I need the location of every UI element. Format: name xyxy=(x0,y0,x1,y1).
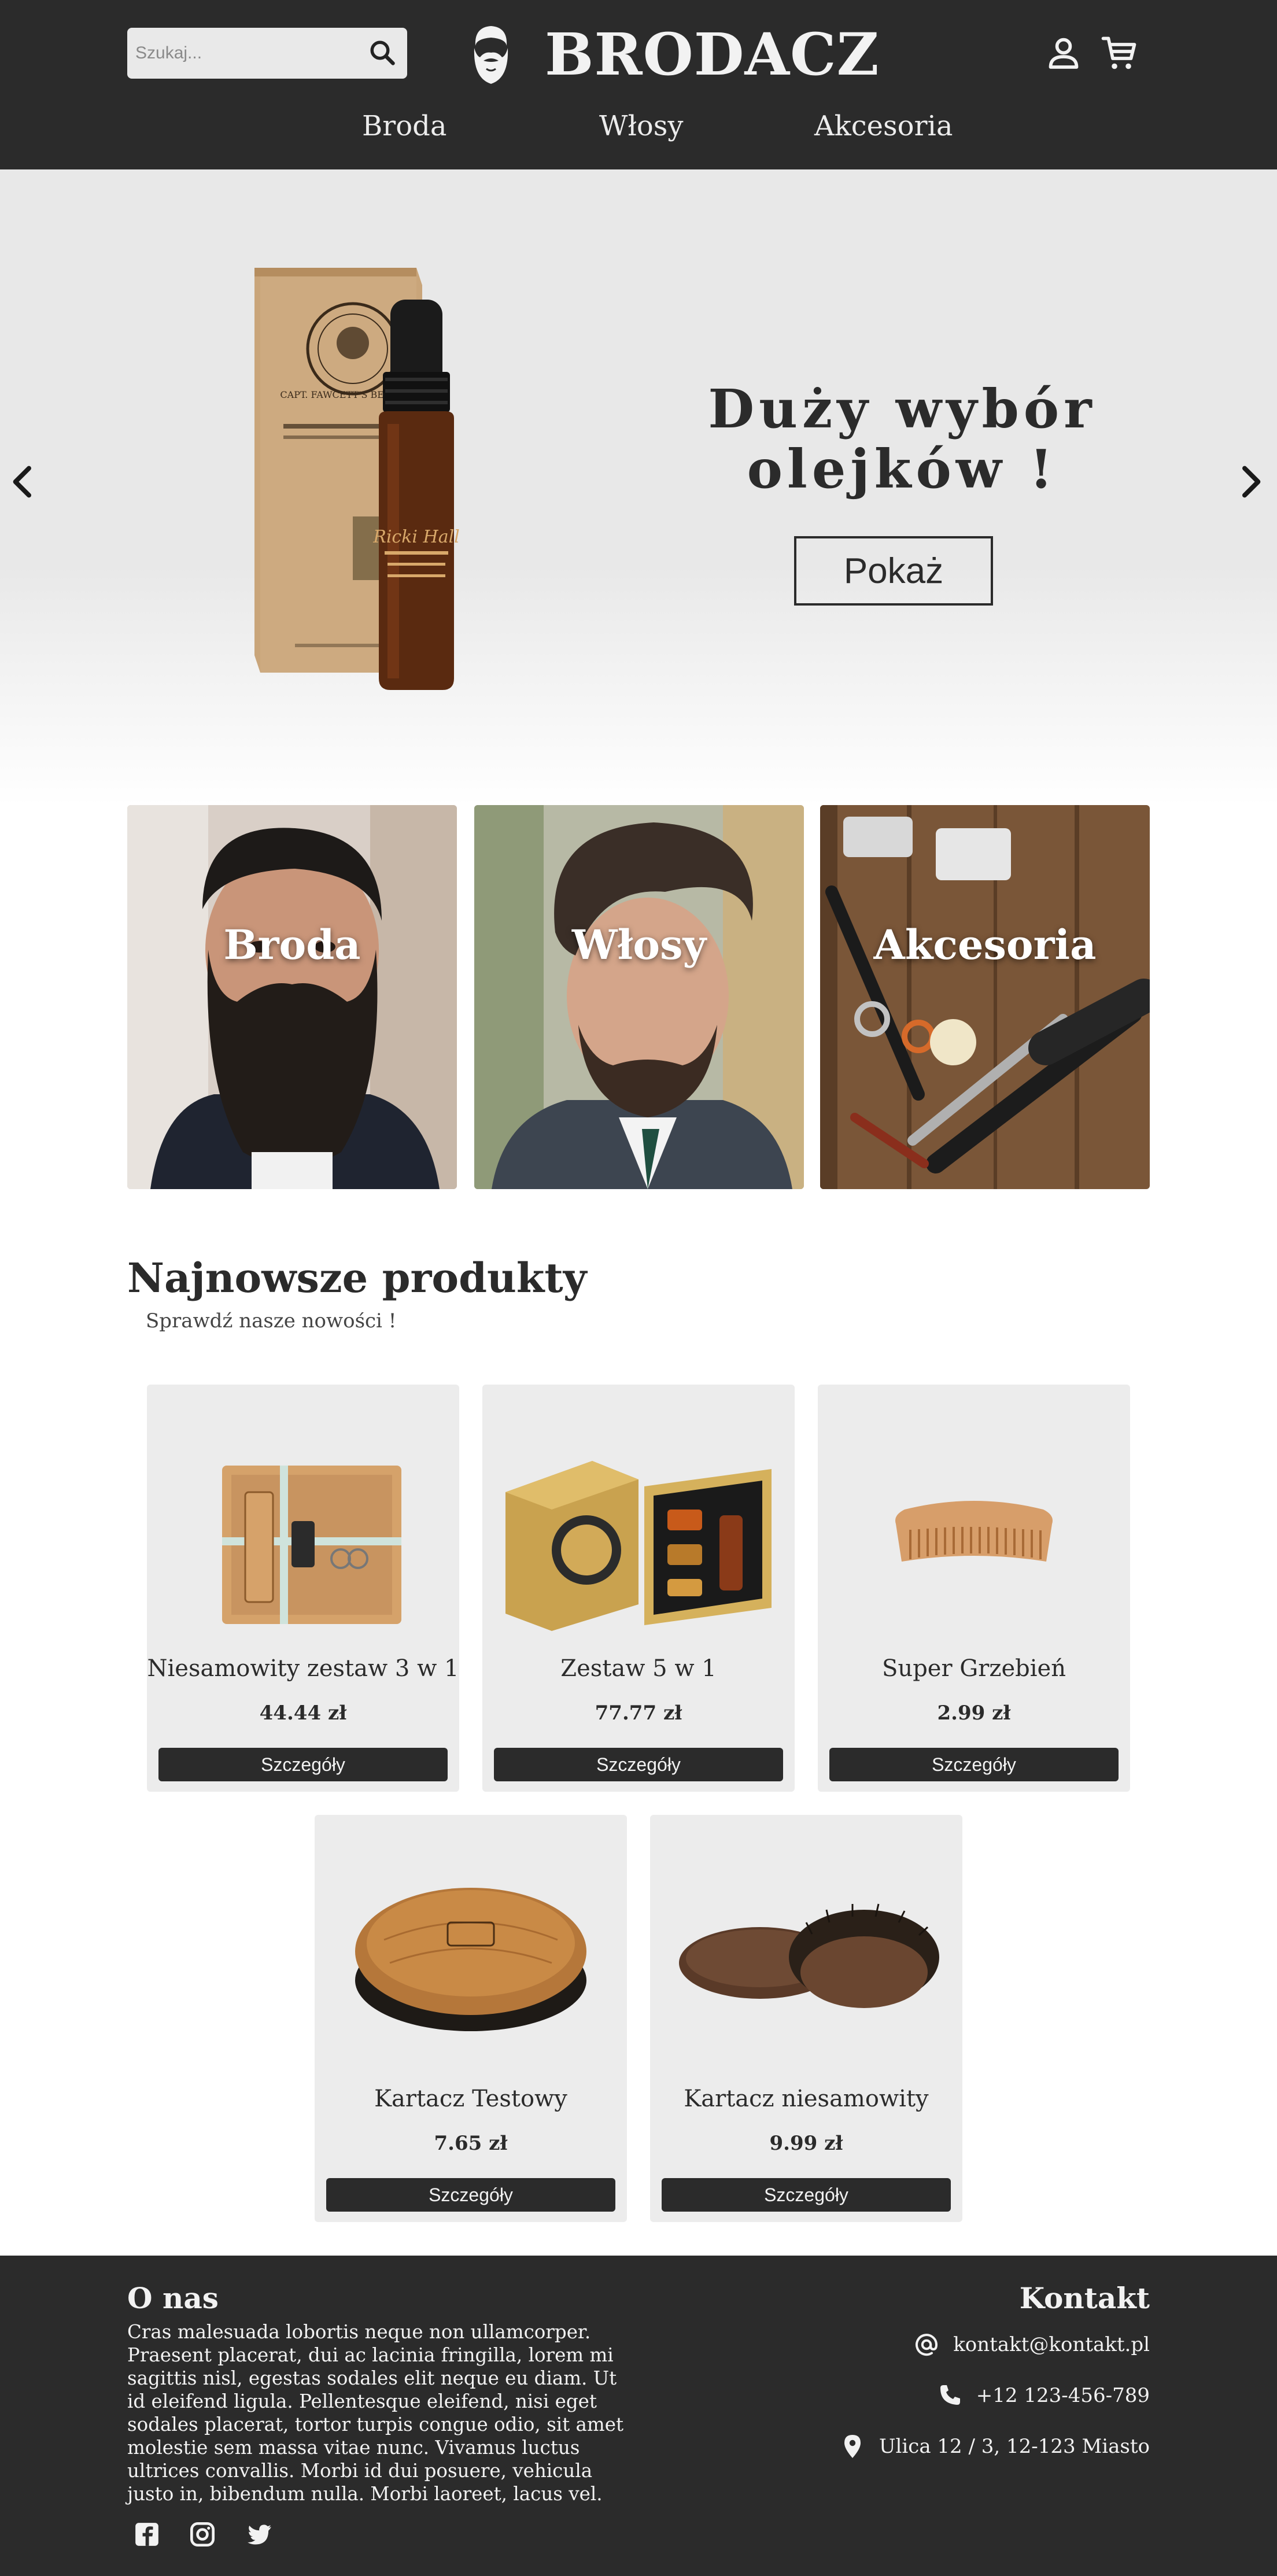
product-card: Kartacz niesamowity 9.99 zł Szczegóły xyxy=(650,1815,962,2222)
nav-link-wlosy[interactable]: Włosy xyxy=(599,104,684,148)
footer-phone[interactable]: +12 123-456-789 xyxy=(976,2384,1150,2407)
logo-text: BRODACZ xyxy=(545,20,880,88)
product-details-button[interactable]: Szczegóły xyxy=(158,1748,448,1781)
hero-title: Duży wybór olejków ! xyxy=(682,379,1122,499)
product-price: 77.77 zł xyxy=(595,1702,682,1725)
footer-address: Ulica 12 / 3, 12-123 Miasto xyxy=(879,2435,1150,2458)
footer-about-text: Cras malesuada lobortis neque non ullamc… xyxy=(127,2321,624,2505)
products-section-subtitle: Sprawdź nasze nowości ! xyxy=(146,1309,397,1333)
product-details-button[interactable]: Szczegóły xyxy=(662,2178,951,2212)
barber-tools-photo xyxy=(820,805,1150,1189)
chevron-right-icon[interactable] xyxy=(1227,459,1274,505)
site-header: BRODACZ Broda Włosy Akcesoria xyxy=(0,0,1277,169)
svg-text:Ricki Hall: Ricki Hall xyxy=(372,527,460,547)
hero-title-line2: olejków ! xyxy=(747,438,1058,500)
product-name: Kartacz Testowy xyxy=(374,2086,567,2112)
hero-show-button[interactable]: Pokaż xyxy=(794,536,993,606)
product-price: 9.99 zł xyxy=(769,2132,843,2155)
footer-address-row: Ulica 12 / 3, 12-123 Miasto xyxy=(839,2430,1150,2463)
product-details-button[interactable]: Szczegóły xyxy=(326,2178,615,2212)
category-tile-wlosy[interactable]: Włosy xyxy=(474,805,804,1189)
beard-brush-image xyxy=(355,1888,586,2031)
product-card: Niesamowity zestaw 3 w 1 44.44 zł Szczeg… xyxy=(147,1385,459,1792)
gift-set-5in1-image xyxy=(505,1461,772,1631)
hairstyle-man-photo xyxy=(474,805,804,1189)
gift-set-3in1-image xyxy=(222,1466,401,1624)
product-details-button[interactable]: Szczegóły xyxy=(494,1748,783,1781)
footer-phone-row[interactable]: +12 123-456-789 xyxy=(936,2379,1150,2412)
product-card: Super Grzebień 2.99 zł Szczegóły xyxy=(818,1385,1130,1792)
product-name: Kartacz niesamowity xyxy=(684,2086,929,2112)
category-label: Włosy xyxy=(571,921,707,969)
category-label: Broda xyxy=(223,921,361,969)
product-price: 7.65 zł xyxy=(434,2132,508,2155)
product-price: 44.44 zł xyxy=(259,1702,347,1725)
products-section-title: Najnowsze produkty xyxy=(127,1254,587,1302)
cart-icon[interactable] xyxy=(1099,32,1141,74)
footer-contact-title: Kontakt xyxy=(1019,2281,1150,2315)
footer-email-row[interactable]: kontakt@kontakt.pl xyxy=(913,2328,1150,2361)
product-card: Zestaw 5 w 1 77.77 zł Szczegóły xyxy=(482,1385,795,1792)
category-tile-akcesoria[interactable]: Akcesoria xyxy=(820,805,1150,1189)
instagram-icon[interactable] xyxy=(186,2518,219,2551)
category-tile-broda[interactable]: Broda xyxy=(127,805,457,1189)
search-icon[interactable] xyxy=(366,36,400,71)
product-name: Niesamowity zestaw 3 w 1 xyxy=(147,1655,459,1682)
location-pin-icon xyxy=(844,2435,861,2458)
phone-icon xyxy=(940,2385,960,2405)
nav-link-broda[interactable]: Broda xyxy=(362,104,446,148)
nav-link-akcesoria[interactable]: Akcesoria xyxy=(814,104,953,148)
beard-brush-pair-image xyxy=(679,1903,939,2008)
twitter-icon[interactable] xyxy=(243,2518,275,2551)
site-logo[interactable]: BRODACZ xyxy=(467,21,880,88)
footer-about-title: O nas xyxy=(127,2281,219,2315)
product-name: Super Grzebień xyxy=(882,1655,1066,1682)
search-box xyxy=(127,28,407,79)
product-price: 2.99 zł xyxy=(937,1702,1011,1725)
beard-oil-product-image: CAPT. FAWCETT'S BEARD OIL Ricki Hall xyxy=(254,268,460,690)
chevron-left-icon[interactable] xyxy=(0,459,46,505)
bearded-man-photo xyxy=(127,805,457,1189)
hero-title-line1: Duży wybór xyxy=(708,378,1097,440)
search-input[interactable] xyxy=(127,28,359,79)
footer-email[interactable]: kontakt@kontakt.pl xyxy=(953,2333,1150,2356)
facebook-icon[interactable] xyxy=(131,2518,163,2551)
bearded-man-logo-icon xyxy=(474,26,508,84)
category-label: Akcesoria xyxy=(873,921,1097,969)
wooden-comb-image xyxy=(895,1501,1053,1562)
product-details-button[interactable]: Szczegóły xyxy=(829,1748,1119,1781)
hero-carousel: CAPT. FAWCETT'S BEARD OIL Ricki Hall Duż… xyxy=(0,169,1277,806)
product-card: Kartacz Testowy 7.65 zł Szczegóły xyxy=(315,1815,627,2222)
product-name: Zestaw 5 w 1 xyxy=(560,1655,717,1682)
at-sign-icon xyxy=(916,2334,938,2356)
user-icon[interactable] xyxy=(1043,32,1084,74)
